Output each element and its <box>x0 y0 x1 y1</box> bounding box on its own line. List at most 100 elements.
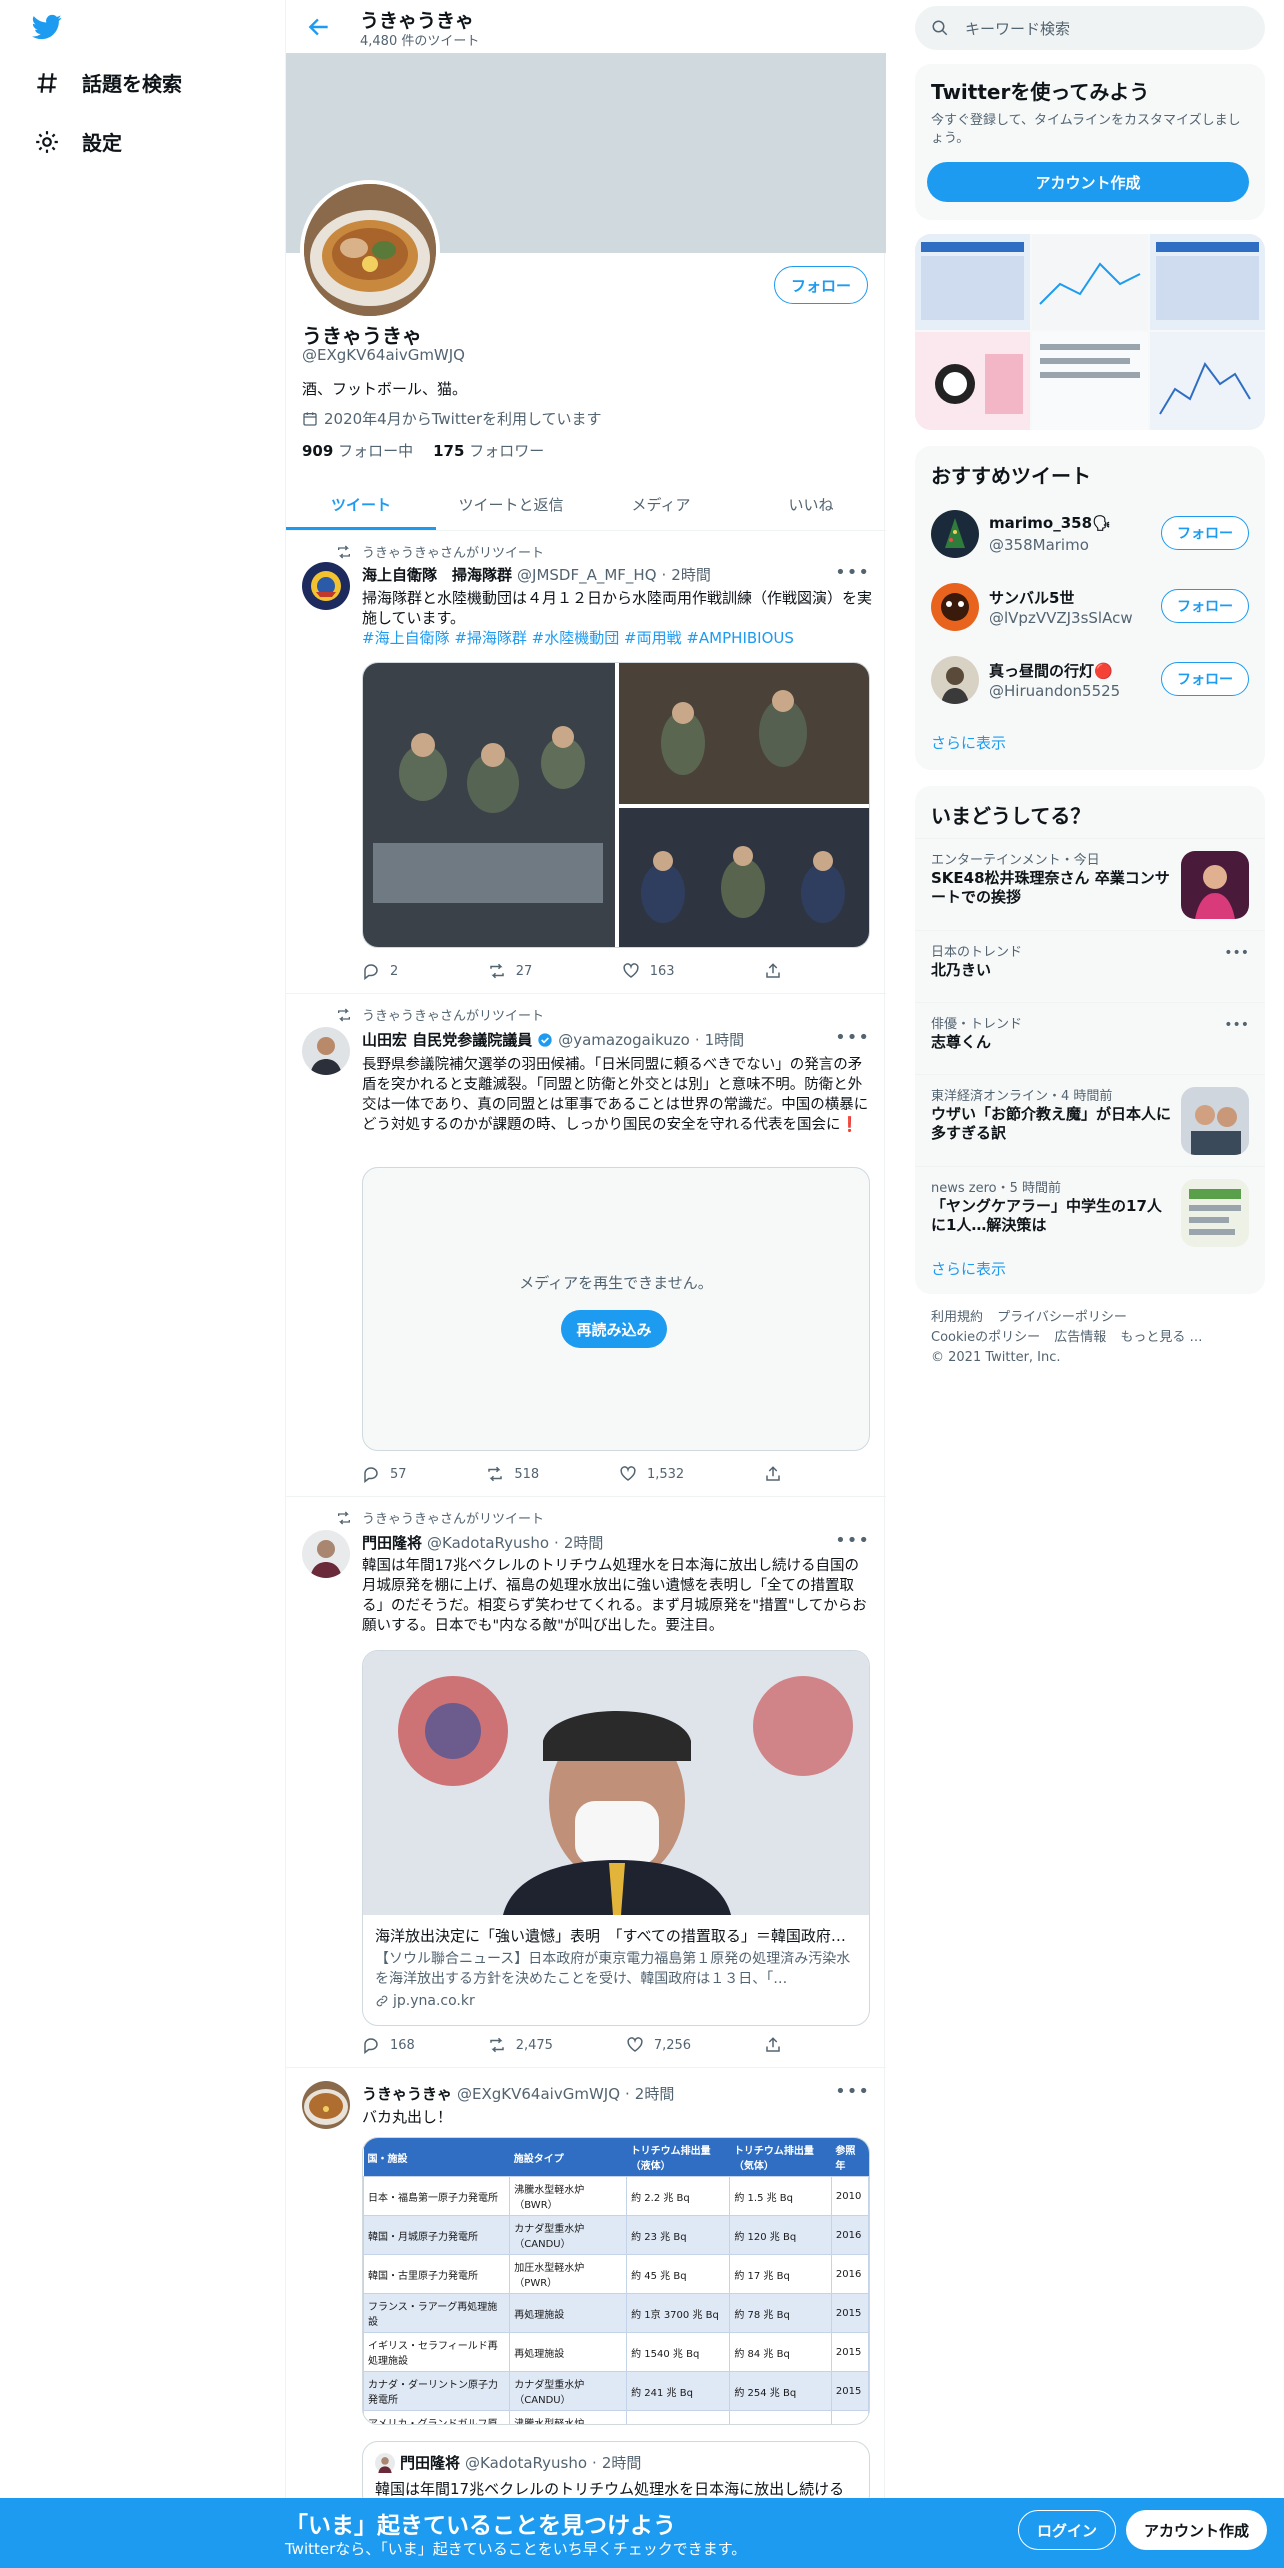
tweet-photo-grid[interactable] <box>362 662 870 948</box>
retweet-icon <box>488 1466 503 1482</box>
trends-show-more-link[interactable]: さらに表示 <box>931 1258 1006 1279</box>
table-row: 韓国・古里原子力発電所 加圧水型軽水炉（PWR）約 45 兆 Bq 約 17 兆 B… <box>363 2254 869 2294</box>
tweet-avatar[interactable] <box>302 562 350 610</box>
retweet-button[interactable]: 518 <box>486 1465 539 1483</box>
more-icon[interactable]: ••• <box>835 562 870 583</box>
link-card-title: 海洋放出決定に「強い遺憾」表明 「すべての措置取る」＝韓国政府… <box>375 1927 846 1945</box>
signup-button[interactable]: アカウント作成 <box>927 162 1249 202</box>
footer-privacy-link[interactable]: プライバシーポリシー <box>997 1310 1127 1325</box>
hashtag-icon <box>37 72 57 93</box>
nav-explore[interactable]: 話題を検索 <box>34 68 182 97</box>
tweet-author-name[interactable]: 山田宏 自民党参議院議員 <box>362 1029 532 1050</box>
share-button[interactable] <box>764 962 782 980</box>
tab-likes[interactable]: いいね <box>736 478 886 530</box>
like-button[interactable]: 7,256 <box>626 2036 691 2054</box>
signup-title: Twitterを使ってみよう <box>931 80 1150 104</box>
reply-button[interactable]: 57 <box>362 1465 407 1483</box>
footer-ads-link[interactable]: 広告情報 <box>1054 1330 1106 1345</box>
tweet-time[interactable]: 2時間 <box>671 564 711 585</box>
footer-cookie-link[interactable]: Cookieのポリシー <box>931 1330 1040 1345</box>
rec-show-more-link[interactable]: さらに表示 <box>931 732 1006 753</box>
tweet-time[interactable]: 1時間 <box>705 1029 745 1050</box>
trend-more-icon[interactable]: ••• <box>1224 945 1249 961</box>
tweet-time[interactable]: 2時間 <box>635 2083 675 2104</box>
rec-follow-button[interactable]: フォロー <box>1161 516 1249 550</box>
more-icon[interactable]: ••• <box>835 1027 870 1048</box>
reload-button[interactable]: 再読み込み <box>561 1310 667 1348</box>
tweet-author-name[interactable]: うきゃうきゃ <box>362 2083 452 2104</box>
table-header-cell: 施設タイプ <box>509 2138 627 2177</box>
share-button[interactable] <box>764 1465 782 1483</box>
media-gallery[interactable] <box>915 234 1265 430</box>
trends-title: いまどうしてる？ <box>931 804 1091 828</box>
tab-tweets-replies[interactable]: ツイートと返信 <box>436 478 586 530</box>
retweet-icon <box>338 1008 350 1021</box>
tweet-table-image[interactable]: 国・施設 施設タイプ トリチウム排出量（液体） トリチウム排出量（気体） 参照年 日本・… <box>362 2137 870 2425</box>
trend-item[interactable]: news zero・5 時間前 「ヤングケアラー」中学生の17人に1人…解決策は <box>915 1166 1265 1258</box>
footer-more-link[interactable]: もっと見る … <box>1120 1330 1202 1345</box>
nav-settings[interactable]: 設定 <box>34 127 122 156</box>
reply-button[interactable]: 168 <box>362 2036 415 2054</box>
twitter-logo-icon[interactable] <box>30 12 64 42</box>
tweet-author-handle[interactable]: @EXgKV64aivGmWJQ <box>457 2085 620 2103</box>
table-cell: 日本・福島第一原子力発電所 <box>363 2176 511 2216</box>
rec-user[interactable]: marimo_358🗣 @358Marimo フォロー <box>915 498 1265 571</box>
follow-button[interactable]: フォロー <box>773 266 868 304</box>
tweet-author-name[interactable]: 海上自衛隊 掃海隊群 <box>362 564 512 585</box>
author-photo <box>302 1027 350 1075</box>
signup-bottom-button[interactable]: アカウント作成 <box>1126 2510 1268 2550</box>
trend-item[interactable]: 東洋経済オンライン・4 時間前 ウザい「お節介教え魔」が日本人に多すぎる訳 <box>915 1074 1265 1166</box>
followers-link[interactable]: 175 フォロワー <box>433 440 544 461</box>
heart-icon <box>620 1466 636 1481</box>
following-link[interactable]: 909 フォロー中 <box>302 440 413 461</box>
trend-more-icon[interactable]: ••• <box>1224 1017 1249 1033</box>
tweet[interactable]: うきゃうきゃ @EXgKV64aivGmWJQ · 2時間 ••• バカ丸出し！… <box>286 2069 886 2511</box>
quote-author-handle: @KadotaRyusho <box>465 2453 588 2472</box>
tweet-time[interactable]: 2時間 <box>564 1532 604 1553</box>
tweet-avatar[interactable] <box>302 1027 350 1075</box>
tweet[interactable]: うきゃうきゃさんがリツイート 山田宏 自民党参議院議員 @yamazogaiku… <box>286 995 886 1497</box>
tweet-author-handle[interactable]: @KadotaRyusho <box>427 1534 549 1552</box>
tweet-avatar[interactable] <box>302 1530 350 1578</box>
table-cell: 約 78 兆 Bq <box>729 2293 832 2333</box>
tab-media[interactable]: メディア <box>586 478 736 530</box>
reply-button[interactable]: 2 <box>362 962 398 980</box>
tweet[interactable]: うきゃうきゃさんがリツイート 海上自衛隊 掃海隊群 @JMSDF_A_MF_HQ… <box>286 532 886 994</box>
followers-label: フォロワー <box>469 442 545 460</box>
like-button[interactable]: 163 <box>622 962 675 980</box>
tab-tweets[interactable]: ツイート <box>286 478 436 530</box>
profile-tabs: ツイート ツイートと返信 メディア いいね <box>286 478 886 531</box>
share-button[interactable] <box>764 2036 782 2054</box>
rec-user[interactable]: サンバル5世 @lVpzVVZJ3sSlAcw フォロー <box>915 571 1265 644</box>
like-button[interactable]: 1,532 <box>619 1465 684 1483</box>
more-icon[interactable]: ••• <box>835 2081 870 2102</box>
login-button[interactable]: ログイン <box>1018 2510 1117 2550</box>
trend-item[interactable]: 俳優・トレンド 志尊くん ••• <box>915 1002 1265 1074</box>
footer-terms-link[interactable]: 利用規約 <box>931 1310 983 1325</box>
tweet-hashtags[interactable]: #海上自衛隊 #掃海隊群 #水陸機動団 #両用戦 #AMPHIBIOUS <box>362 629 794 647</box>
rec-user[interactable]: 真っ昼間の行灯🔴 @Hiruandon5525 フォロー <box>915 644 1265 717</box>
trend-item[interactable]: 日本のトレンド 北乃きい ••• <box>915 930 1265 1002</box>
tweet-author-handle[interactable]: @JMSDF_A_MF_HQ <box>517 566 656 584</box>
retweet-label: うきゃうきゃさんがリツイート <box>362 1512 545 1527</box>
tweet[interactable]: うきゃうきゃさんがリツイート 門田隆将 @KadotaRyusho · 2時間 … <box>286 1498 886 2068</box>
calendar-icon <box>303 411 317 426</box>
profile-bio: 酒、フットボール、猫。 <box>302 380 468 398</box>
profile-avatar[interactable] <box>300 180 440 320</box>
table-cell: 沸騰水型軽水炉（BWR） <box>509 2176 628 2216</box>
tweet-author-name[interactable]: 門田隆将 <box>362 1532 422 1553</box>
retweet-button[interactable]: 27 <box>488 962 532 980</box>
signup-card: Twitterを使ってみよう 今すぐ登録して、タイムラインをカスタマイズしましょ… <box>915 64 1265 220</box>
rec-follow-button[interactable]: フォロー <box>1161 589 1249 623</box>
back-arrow-icon[interactable] <box>306 14 332 40</box>
trend-item[interactable]: エンターテインメント・今日 SKE48松井珠理奈さん 卒業コンサートでの挨拶 <box>915 838 1265 930</box>
tweet-avatar[interactable] <box>302 2081 350 2129</box>
rec-handle: @lVpzVVZJ3sSlAcw <box>989 609 1133 627</box>
link-card-domain-text: jp.yna.co.kr <box>393 1993 475 2009</box>
retweet-button[interactable]: 2,475 <box>488 2036 553 2054</box>
rec-follow-button[interactable]: フォロー <box>1161 662 1249 696</box>
search-box[interactable]: キーワード検索 <box>915 6 1265 50</box>
link-card[interactable]: 海洋放出決定に「強い遺憾」表明 「すべての措置取る」＝韓国政府… 【ソウル聯合ニ… <box>362 1650 870 2026</box>
more-icon[interactable]: ••• <box>835 1530 870 1551</box>
tweet-author-handle[interactable]: @yamazogaikuzo <box>558 1031 690 1049</box>
